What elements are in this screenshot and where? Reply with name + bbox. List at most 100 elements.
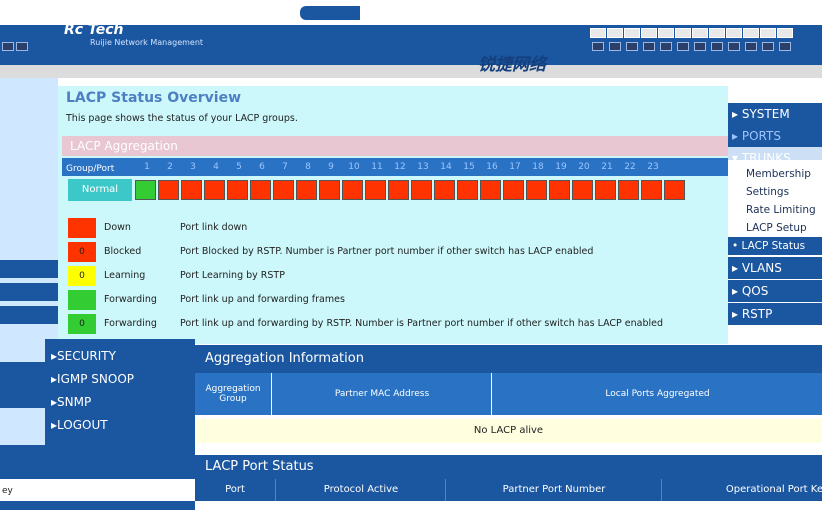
right-nav: ▸ SYSTEM ▸ PORTS ▾ TRUNKS Membership Set… [728, 95, 822, 345]
port-header-row: 1 2 3 4 5 6 7 8 9 10 11 12 13 14 15 16 17 18 19 20 21 22 23 [62, 158, 728, 176]
port-status-box[interactable] [227, 180, 248, 200]
port-number-header: 10 [348, 162, 360, 172]
port-number-header: 13 [417, 162, 429, 172]
port-status-box[interactable] [549, 180, 570, 200]
port-status-body [195, 501, 822, 510]
nav-ports-label: PORTS [741, 129, 781, 143]
port-status-box[interactable] [204, 180, 225, 200]
nav-rate-limiting[interactable]: Rate Limiting [746, 204, 816, 216]
switch-led-icon [643, 42, 655, 51]
switch-port-icon [709, 28, 725, 38]
nav-qos[interactable]: ▸ QOS [728, 280, 822, 302]
nav-system-label: SYSTEM [741, 107, 790, 121]
legend-description: Port link up and forwarding frames [180, 294, 345, 305]
nav-lacp-status-label: LACP Status [741, 240, 806, 252]
port-status-box[interactable] [480, 180, 501, 200]
port-status-box[interactable] [273, 180, 294, 200]
nav-ports[interactable]: ▸ PORTS [728, 125, 822, 147]
switch-led-icon [626, 42, 638, 51]
switch-led-icon [609, 42, 621, 51]
port-status-heading: LACP Port Status [195, 455, 822, 479]
menu-security-label: SECURITY [57, 349, 116, 363]
nav-membership[interactable]: Membership [746, 168, 811, 180]
port-status-box[interactable] [296, 180, 317, 200]
page-description: This page shows the status of your LACP … [66, 113, 298, 124]
port-number-header: 8 [305, 162, 311, 172]
menu-snmp-label: SNMP [57, 395, 92, 409]
switch-port-icon [777, 28, 793, 38]
col-local-ports: Local Ports Aggregated [491, 373, 822, 415]
col-port: Port [225, 484, 245, 495]
legend-description: Port link down [180, 222, 248, 233]
legend-row: Forwarding Port link up and forwarding fr… [66, 290, 706, 310]
switch-port-icon [590, 28, 606, 38]
group-normal-label: Normal [68, 179, 132, 201]
nav-qos-label: QOS [741, 284, 769, 298]
port-status-box[interactable] [572, 180, 593, 200]
legend-description: Port link up and forwarding by RSTP. Num… [180, 318, 664, 329]
port-number-header: 15 [463, 162, 475, 172]
nav-rstp-label: RSTP [741, 307, 773, 321]
switch-port-icon [607, 28, 623, 38]
port-status-box[interactable] [526, 180, 547, 200]
port-status-box[interactable] [595, 180, 616, 200]
legend-swatch: 0 [68, 266, 96, 286]
header-subtitle: Ruijie Network Management [90, 38, 204, 47]
port-number-header: 22 [624, 162, 636, 172]
port-number-header: 20 [578, 162, 590, 172]
nav-settings[interactable]: Settings [746, 186, 789, 198]
port-number-header: 3 [190, 162, 196, 172]
page-title: LACP Status Overview [66, 90, 242, 106]
port-status-box[interactable] [181, 180, 202, 200]
no-lacp-message: No LACP alive [195, 419, 822, 443]
port-status-columns: Port Protocol Active Partner Port Number… [195, 479, 822, 501]
switch-led-icon [677, 42, 689, 51]
nav-rstp[interactable]: ▸ RSTP [728, 303, 822, 325]
port-status-box[interactable] [158, 180, 179, 200]
port-number-header: 17 [509, 162, 521, 172]
port-status-box[interactable] [388, 180, 409, 200]
port-status-box[interactable] [618, 180, 639, 200]
switch-led-icon [694, 42, 706, 51]
switch-port-icon [692, 28, 708, 38]
menu-logout[interactable]: ▸LOGOUT [51, 418, 108, 432]
port-status-box[interactable] [250, 180, 271, 200]
nav-vlans-label: VLANS [741, 261, 782, 275]
aggregation-info-columns: Aggregation Group Partner MAC Address Lo… [195, 373, 822, 415]
port-number-header: 6 [259, 162, 265, 172]
left-info-box [0, 362, 45, 408]
switch-panel-icon [590, 24, 822, 64]
switch-port-icon [675, 28, 691, 38]
switch-port-icon [658, 28, 674, 38]
menu-security[interactable]: ▸SECURITY [51, 349, 116, 363]
switch-port-icon [641, 28, 657, 38]
legend-name: Forwarding [104, 294, 157, 305]
nav-system[interactable]: ▸ SYSTEM [728, 103, 822, 125]
port-status-box[interactable] [319, 180, 340, 200]
port-status-box[interactable] [664, 180, 685, 200]
switch-led-icon [745, 42, 757, 51]
menu-igmp-snoop[interactable]: ▸IGMP SNOOP [51, 372, 134, 386]
nav-lacp-status[interactable]: • LACP Status [728, 237, 822, 255]
port-status-box[interactable] [434, 180, 455, 200]
lacp-aggregation-heading: LACP Aggregation [62, 136, 728, 156]
port-status-box[interactable] [503, 180, 524, 200]
port-status-box[interactable] [342, 180, 363, 200]
col-operational-port-key: Operational Port Ke [661, 479, 822, 501]
port-number-header: 23 [647, 162, 659, 172]
switch-port-icon [726, 28, 742, 38]
legend-swatch [68, 290, 96, 310]
port-status-box[interactable] [641, 180, 662, 200]
port-status-box[interactable] [411, 180, 432, 200]
cut-column-label: ey [2, 486, 13, 496]
nav-vlans[interactable]: ▸ VLANS [728, 257, 822, 279]
port-status-box[interactable] [457, 180, 478, 200]
port-status-box[interactable] [135, 180, 156, 200]
nav-lacp-setup[interactable]: LACP Setup [746, 222, 807, 234]
port-number-header: 11 [371, 162, 383, 172]
port-status-box[interactable] [365, 180, 386, 200]
port-number-header: 1 [144, 162, 150, 172]
menu-snmp[interactable]: ▸SNMP [51, 395, 91, 409]
port-number-header: 12 [394, 162, 406, 172]
port-number-header: 14 [440, 162, 452, 172]
